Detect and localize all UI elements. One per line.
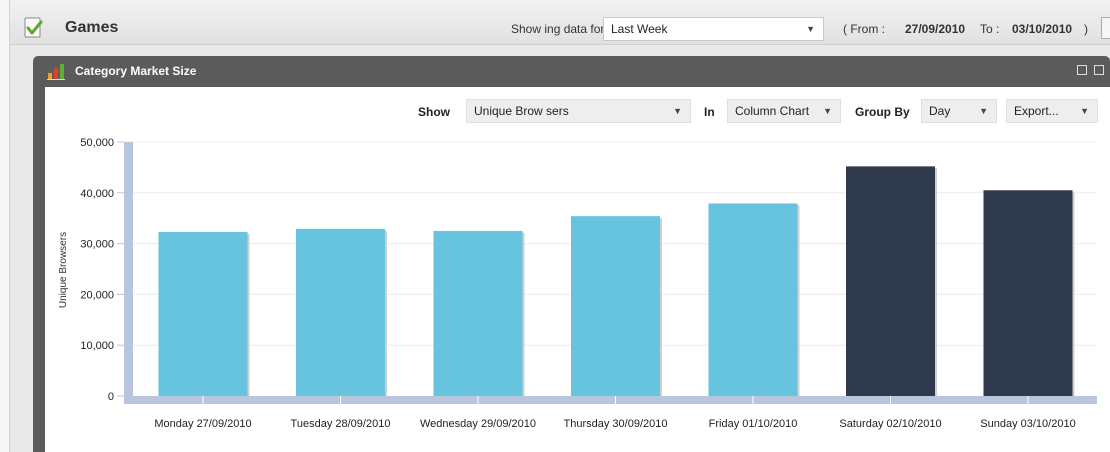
- minimize-icon[interactable]: [1077, 65, 1087, 75]
- group-by-value: Day: [929, 104, 951, 118]
- from-date: 27/09/2010: [905, 22, 966, 36]
- panel-title: Category Market Size: [75, 64, 197, 78]
- close-paren: ): [1084, 22, 1088, 36]
- maximize-icon[interactable]: [1094, 65, 1104, 75]
- show-label: Show: [418, 105, 450, 119]
- show-metric-select[interactable]: Unique Brow sers ▼: [466, 99, 691, 123]
- export-select[interactable]: Export... ▼: [1006, 99, 1098, 123]
- showing-data-label: Show ing data for: [511, 22, 605, 36]
- group-by-select[interactable]: Day ▼: [921, 99, 997, 123]
- chevron-down-icon: ▼: [1080, 106, 1089, 116]
- panel-body: [45, 87, 1110, 452]
- left-edge: [0, 0, 10, 452]
- export-value: Export...: [1014, 104, 1059, 118]
- to-date: 03/10/2010: [1012, 22, 1073, 36]
- group-by-label: Group By: [855, 105, 910, 119]
- bar-chart-icon: [47, 64, 65, 80]
- period-select[interactable]: Last Week ▼: [603, 17, 824, 41]
- chevron-down-icon: ▼: [673, 106, 682, 116]
- in-label: In: [704, 105, 715, 119]
- from-label: ( From :: [843, 22, 885, 36]
- chart-type-select[interactable]: Column Chart ▼: [727, 99, 841, 123]
- chevron-down-icon: ▼: [823, 106, 832, 116]
- to-label: To :: [980, 22, 1000, 36]
- period-select-value: Last Week: [611, 22, 668, 36]
- page-title: Games: [65, 19, 119, 36]
- header-extra-button[interactable]: [1101, 17, 1110, 39]
- chevron-down-icon: ▼: [806, 24, 815, 34]
- games-app-icon: [24, 17, 43, 38]
- show-metric-value: Unique Brow sers: [474, 104, 569, 118]
- chart-type-value: Column Chart: [735, 104, 810, 118]
- chevron-down-icon: ▼: [979, 106, 988, 116]
